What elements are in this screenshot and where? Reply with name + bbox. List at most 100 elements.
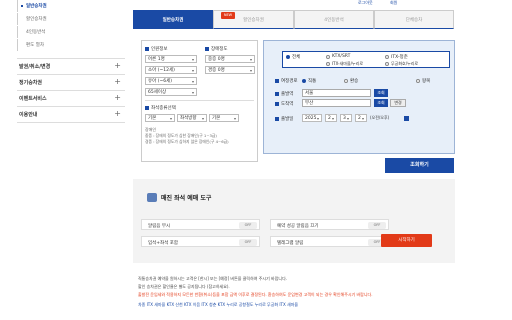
- chevron-down-icon: ▾: [316, 116, 319, 121]
- radio-direct[interactable]: [302, 79, 306, 83]
- arrival-input[interactable]: 부산: [302, 99, 371, 107]
- trip-option: 직통: [308, 79, 317, 84]
- train-logo-icon: [147, 193, 157, 202]
- route-panel: 전체 KTX/SRT ITX-청춘 ITX-새마을/누리로 무궁화호/누리로 여…: [263, 40, 455, 154]
- checkbox-icon: [275, 92, 279, 96]
- select-value: 65세이상: [148, 90, 167, 95]
- radio-roundtrip[interactable]: [416, 79, 420, 83]
- adult-select[interactable]: 어른 1명 ▾: [145, 55, 197, 63]
- seat-direction-select[interactable]: 좌석방향 ▾: [177, 114, 207, 122]
- checkbox-icon: [205, 47, 209, 51]
- checkbox-icon: [145, 47, 149, 51]
- toggle-off[interactable]: OFF: [239, 222, 257, 229]
- severe-disability-select[interactable]: 중증 0명 ▾: [205, 55, 255, 63]
- new-badge: NEW: [221, 12, 235, 19]
- radio-ktx[interactable]: [326, 55, 330, 59]
- sidebar-item-general-ticket[interactable]: 일반승차권: [17, 0, 126, 12]
- trip-option: 환승: [350, 79, 359, 84]
- trip-option: 왕복: [422, 79, 431, 84]
- tool-option-row[interactable]: 알림음 무시 OFF: [141, 219, 260, 230]
- chevron-down-icon: ▾: [191, 79, 194, 84]
- tool-option-row[interactable]: 입석+좌석 포함 OFF: [141, 236, 260, 247]
- sidebar-item-label: 이벤트서비스: [19, 96, 47, 102]
- year-select[interactable]: 2025 ▾: [302, 114, 322, 122]
- departure-search-button[interactable]: 조회: [374, 89, 388, 97]
- radio-itx-youth[interactable]: [385, 55, 389, 59]
- sidebar-item-oneway[interactable]: 편도 열차: [17, 39, 126, 51]
- toggle-off[interactable]: OFF: [368, 222, 386, 229]
- sidebar-item-event-service[interactable]: 이벤트서비스 +: [17, 90, 125, 106]
- tab-group-ride[interactable]: 단체승차: [374, 10, 454, 29]
- radio-itx-saemaeul[interactable]: [326, 62, 330, 66]
- radio-transfer[interactable]: [344, 79, 348, 83]
- search-button[interactable]: 조회하기: [385, 158, 454, 173]
- departure-label: 출발역: [281, 92, 294, 97]
- date-suffix: (오전/오후): [370, 115, 390, 120]
- sidebar-item-booking-change[interactable]: 발권/취소/변경 +: [17, 58, 125, 74]
- sidebar-item-label: 4인동반석: [26, 30, 46, 35]
- select-value: 기본: [212, 116, 221, 121]
- swap-button[interactable]: 변경: [390, 99, 406, 107]
- tab-label: 단체승차: [405, 18, 423, 23]
- tool-option-row[interactable]: 예약 성공 알림음 끄기 OFF: [270, 219, 389, 230]
- note-line: 출발전 운임세와 적용하지 모든한 반환(취소)등을 포함 금액 이후로 결정된…: [138, 292, 373, 297]
- sidebar-item-group-seat[interactable]: 4인동반석: [17, 26, 126, 38]
- checkbox-icon: [145, 106, 149, 110]
- select-value: 2: [328, 116, 331, 121]
- plus-icon: +: [114, 109, 121, 118]
- sidebar-item-discount-ticket[interactable]: 할인승차권: [17, 13, 126, 25]
- plus-icon: +: [114, 77, 121, 86]
- seat-option-select[interactable]: 기본 ▾: [209, 114, 239, 122]
- checkbox-icon: [275, 102, 279, 106]
- seat-type-select[interactable]: 기본 ▾: [145, 114, 175, 122]
- departure-input[interactable]: 서울: [302, 89, 371, 97]
- active-dot-icon: [21, 5, 23, 7]
- hour-select[interactable]: 2 ▾: [355, 114, 367, 122]
- tool-option-label: 텔레그램 알림: [277, 241, 304, 246]
- select-value: 3: [343, 116, 346, 121]
- note-line: 직통승차권 예약을 원하시는 고객은 [한시] 또는 [예정] 버튼을 클릭하여…: [138, 276, 288, 281]
- month-select[interactable]: 2 ▾: [325, 114, 337, 122]
- tab-group[interactable]: 4인동반석: [294, 10, 374, 29]
- chevron-down-icon: ▾: [201, 116, 204, 121]
- train-type-label: ITX-새마을/누리로: [332, 61, 364, 66]
- trip-label: 여정경로: [281, 79, 298, 84]
- toggle-off[interactable]: OFF: [239, 239, 257, 246]
- note-line: 차종 ITX 새마을 KTX 산천 KTX 이음 ITX 청춘 KTX 누리로 …: [138, 302, 299, 307]
- mild-disability-select[interactable]: 경증 0명 ▾: [205, 66, 255, 74]
- logout-link[interactable]: 로그아웃: [358, 0, 373, 6]
- start-button[interactable]: 시작하기: [381, 234, 432, 247]
- sidebar-item-label: 발권/취소/변경: [19, 64, 51, 70]
- disability-label: 장애정도: [211, 47, 228, 52]
- chevron-down-icon: ▾: [361, 116, 364, 121]
- sidebar-item-label: 할인승차권: [26, 17, 47, 22]
- sidebar-item-season-ticket[interactable]: 정기승차권 +: [17, 74, 125, 90]
- train-type-box: 전체 KTX/SRT ITX-청춘 ITX-새마을/누리로 무궁화호/누리로: [282, 51, 450, 68]
- train-type-label: 무궁화호/누리로: [391, 61, 419, 66]
- chevron-down-icon: ▾: [191, 68, 194, 73]
- sidebar-item-label: 이용안내: [19, 112, 38, 118]
- passenger-panel: 인원정보 장애정도 어른 1명 ▾ 중증 0명 ▾ 소아 (~12세) ▾ 경증 0명…: [141, 40, 258, 162]
- tool-option-label: 예약 성공 알림음 끄기: [277, 224, 319, 229]
- sidebar-item-guide[interactable]: 이용안내 +: [17, 106, 125, 123]
- checkbox-icon: [275, 79, 279, 83]
- chevron-down-icon: ▾: [169, 116, 172, 121]
- note-mild: 경증 : 장애의 정도가 심하지 않은 장애인(구 4~6급): [145, 139, 229, 144]
- senior-select[interactable]: 65세이상 ▾: [145, 88, 197, 96]
- tool-option-row[interactable]: 텔레그램 알림 OFF: [270, 236, 389, 247]
- radio-mugunghwa[interactable]: [385, 62, 389, 66]
- passenger-label: 인원정보: [151, 47, 168, 52]
- arrival-search-button[interactable]: 조회: [374, 99, 388, 107]
- sold-out-tool-panel: 매진 좌석 예매 도구 알림음 무시 OFF 예약 성공 알림음 끄기 OFF 입석…: [133, 179, 455, 263]
- note-line: 할인 승차권은 할인율은 별도 공지됩니다 (참고하세요).: [138, 284, 230, 289]
- tab-general[interactable]: 일반승차권: [133, 10, 213, 29]
- radio-all[interactable]: [286, 55, 290, 59]
- infant-select[interactable]: 유아 (~6세) ▾: [145, 77, 197, 85]
- member-link[interactable]: 회원: [390, 0, 397, 6]
- child-select[interactable]: 소아 (~12세) ▾: [145, 66, 197, 74]
- tab-label: 4인동반석: [324, 18, 344, 23]
- day-select[interactable]: 3 ▾: [340, 114, 352, 122]
- chevron-down-icon: ▾: [191, 57, 194, 62]
- select-value: 경증 0명: [208, 68, 225, 73]
- calendar-icon[interactable]: [404, 116, 409, 121]
